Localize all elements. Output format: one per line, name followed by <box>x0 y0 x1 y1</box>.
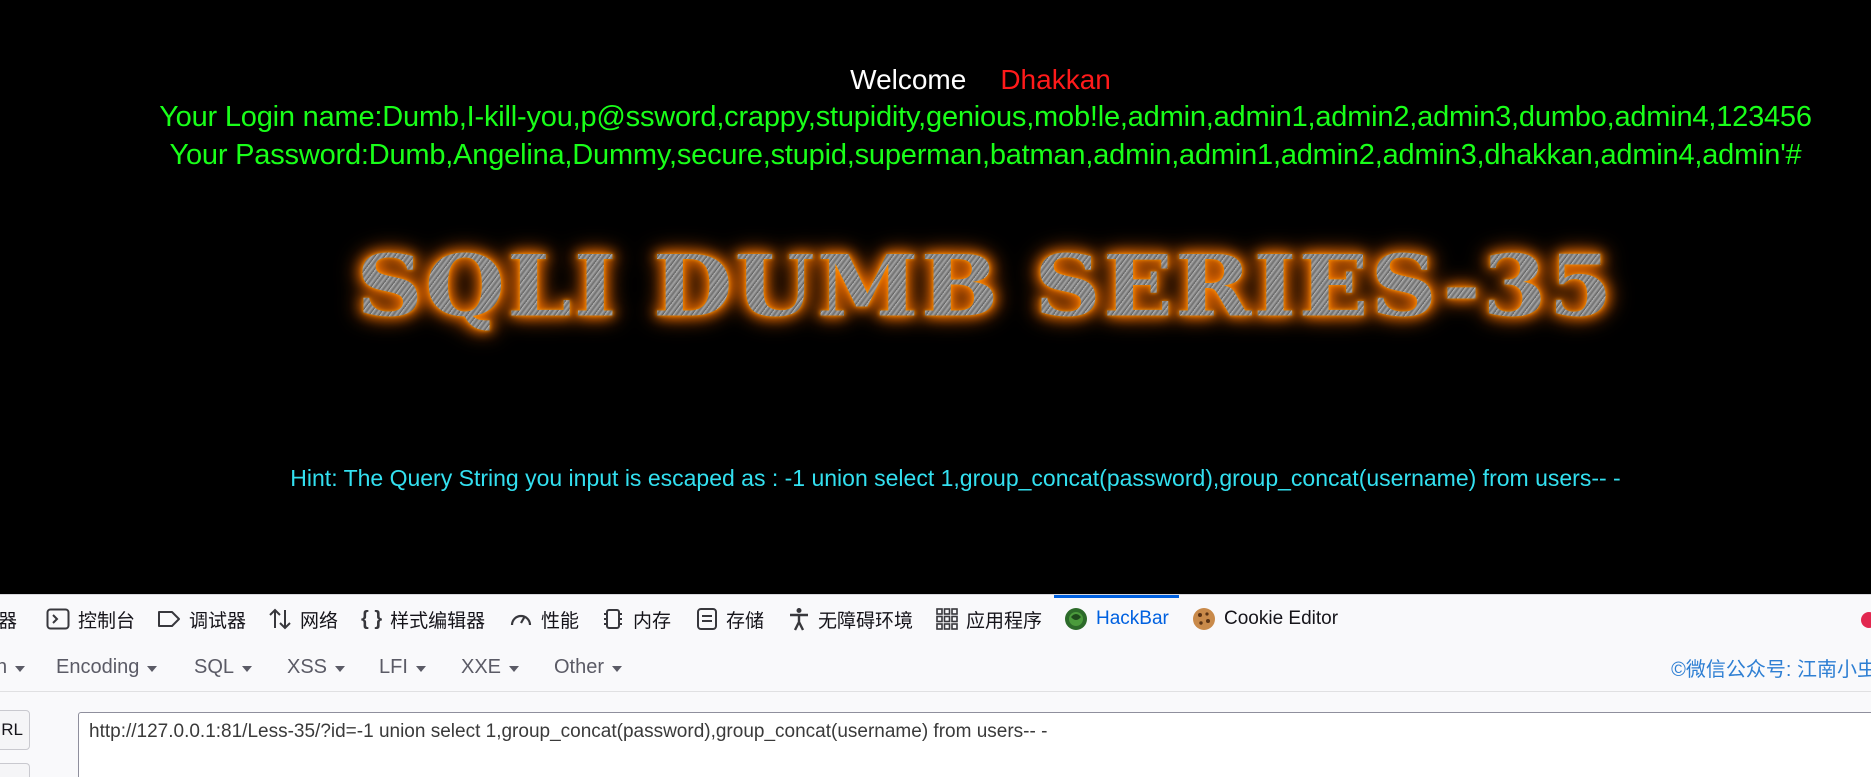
tab-label: Cookie Editor <box>1224 608 1339 629</box>
tab-storage[interactable]: 存储 <box>696 595 764 643</box>
tab-label: 无障碍环境 <box>818 610 914 632</box>
url-textarea[interactable]: http://127.0.0.1:81/Less-35/?id=-1 union… <box>78 712 1871 777</box>
tab-label: 应用程序 <box>966 610 1043 632</box>
chevron-down-icon <box>147 665 158 672</box>
button-label: RL <box>1 720 23 739</box>
menu-xxe[interactable]: XXE <box>461 643 520 691</box>
chevron-down-icon <box>15 665 26 672</box>
menu-label: LFI <box>379 655 408 678</box>
browser-viewport: Welcome Dhakkan Your Login name:Dumb,I-ki… <box>0 0 1871 777</box>
devtools-panel: 器 控制台 调试器 网络 {} 样式编辑器 性能 内存 存储 无障碍环境 应用… <box>0 594 1871 777</box>
tab-label: 存储 <box>726 610 765 632</box>
menu-label: XXE <box>461 655 502 678</box>
welcome-text: Welcome <box>850 64 967 95</box>
split-url-button[interactable] <box>0 763 30 777</box>
chevron-down-icon <box>242 665 253 672</box>
style-editor-icon: { } <box>361 607 383 630</box>
network-icon <box>268 607 292 631</box>
application-icon <box>936 608 958 630</box>
memory-icon <box>601 607 625 631</box>
console-icon <box>46 608 70 630</box>
menu-sql[interactable]: SQL <box>194 643 253 691</box>
chevron-down-icon <box>612 665 623 672</box>
tab-debugger[interactable]: 调试器 <box>157 595 246 643</box>
tab-console[interactable]: 控制台 <box>46 595 135 643</box>
menu-other[interactable]: Other <box>554 643 623 691</box>
hint-text: Hint: The Query String you input is esca… <box>290 465 1621 491</box>
menu-label: XSS <box>287 655 328 678</box>
tab-accessibility[interactable]: 无障碍环境 <box>788 595 913 643</box>
menu-encoding[interactable]: Encoding <box>56 643 158 691</box>
tab-inspector[interactable]: 器 <box>0 595 17 643</box>
tab-style-editor[interactable]: { } 样式编辑器 <box>361 595 485 643</box>
notification-dot-icon[interactable] <box>1861 612 1871 628</box>
menu-lfi[interactable]: LFI <box>379 643 426 691</box>
tab-label: 调试器 <box>189 610 247 632</box>
tab-label: 样式编辑器 <box>390 610 486 632</box>
menu-label: Encoding <box>56 655 140 678</box>
chevron-down-icon <box>509 665 520 672</box>
hackbar-menubar: n Encoding SQL XSS LFI XXE Other ©微信公众号:… <box>0 643 1871 692</box>
load-url-button[interactable]: RL <box>0 710 30 750</box>
tab-hackbar[interactable]: HackBar <box>1054 595 1179 643</box>
login-name-line: Your Login name:Dumb,I-kill-you,p@ssword… <box>159 101 1812 133</box>
tab-label: 网络 <box>300 610 339 632</box>
tab-performance[interactable]: 性能 <box>509 595 579 643</box>
password-line: Your Password:Dumb,Angelina,Dummy,secure… <box>169 139 1802 171</box>
welcome-line: Welcome Dhakkan <box>0 64 1871 96</box>
sqli-banner-title: SQLI DUMB SERIES-35 <box>0 236 1871 335</box>
performance-icon <box>509 608 533 630</box>
menu-xss[interactable]: XSS <box>287 643 346 691</box>
tab-label: HackBar <box>1096 608 1169 629</box>
tab-label: 性能 <box>541 610 580 632</box>
web-page: Welcome Dhakkan Your Login name:Dumb,I-ki… <box>0 0 1871 594</box>
tab-label: 内存 <box>633 610 672 632</box>
tab-label: 控制台 <box>78 610 136 632</box>
menu-label: Other <box>554 655 605 678</box>
devtools-tabbar: 器 控制台 调试器 网络 {} 样式编辑器 性能 内存 存储 无障碍环境 应用… <box>0 595 1871 644</box>
tab-application[interactable]: 应用程序 <box>936 595 1042 643</box>
chevron-down-icon <box>335 665 346 672</box>
tab-cookie-editor[interactable]: Cookie Editor <box>1192 595 1338 643</box>
chevron-down-icon <box>415 665 426 672</box>
menu-load-dropdown[interactable]: n <box>0 643 26 691</box>
accessibility-icon <box>788 607 810 631</box>
cookie-icon <box>1192 607 1216 631</box>
watermark-text: ©微信公众号: 江南小虫 <box>1671 658 1871 681</box>
hackbar-icon <box>1064 607 1088 631</box>
storage-icon <box>696 607 718 631</box>
menu-label: SQL <box>194 655 235 678</box>
tab-label: 器 <box>0 610 18 632</box>
tab-network[interactable]: 网络 <box>268 595 338 643</box>
welcome-username: Dhakkan <box>1000 64 1111 95</box>
tab-memory[interactable]: 内存 <box>601 595 671 643</box>
debugger-icon <box>157 608 181 630</box>
